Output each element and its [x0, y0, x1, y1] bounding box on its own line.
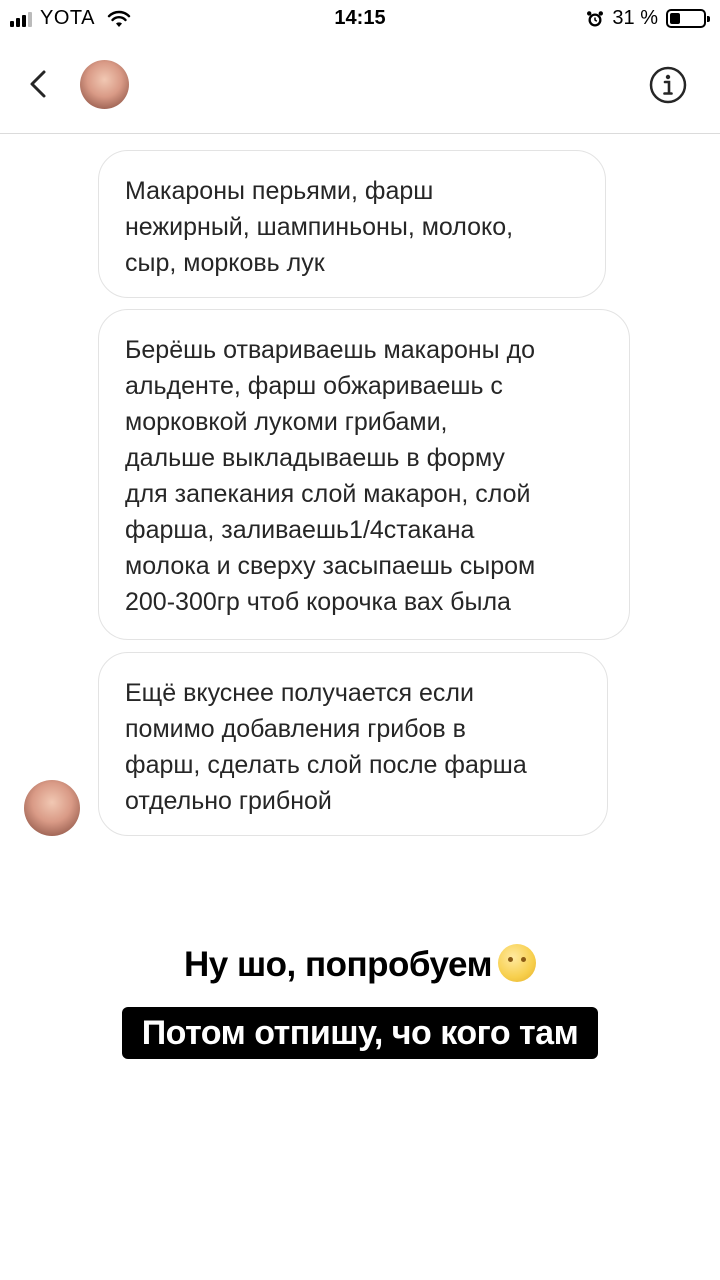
- sender-avatar[interactable]: [24, 780, 80, 836]
- caption-text: Ну шо, попробуем: [184, 945, 492, 984]
- message-bubble[interactable]: Берёшь отвариваешь макароны до альденте,…: [98, 309, 630, 640]
- chat-header: [0, 40, 720, 134]
- battery-percent: 31 %: [612, 7, 658, 29]
- status-right: 31 %: [586, 7, 710, 30]
- back-icon[interactable]: [24, 64, 56, 104]
- battery-level: [670, 13, 680, 24]
- alarm-icon: [587, 10, 604, 26]
- info-icon[interactable]: [648, 65, 688, 105]
- story-caption-2-wrap: Потом отпишу, чо кого там: [0, 1007, 720, 1059]
- smiley-emoji-icon: [497, 944, 536, 982]
- story-caption-1: Ну шо, попробуем: [0, 944, 720, 985]
- message-bubble[interactable]: Макароны перьями, фарш нежирный, шампинь…: [98, 150, 606, 298]
- battery-icon: [666, 9, 710, 28]
- message-bubble[interactable]: Ещё вкуснее получается если помимо добав…: [98, 652, 608, 836]
- status-bar: YOTA 14:15 31 %: [0, 0, 720, 40]
- avatar[interactable]: [80, 60, 129, 109]
- story-caption-2: Потом отпишу, чо кого там: [121, 1007, 599, 1059]
